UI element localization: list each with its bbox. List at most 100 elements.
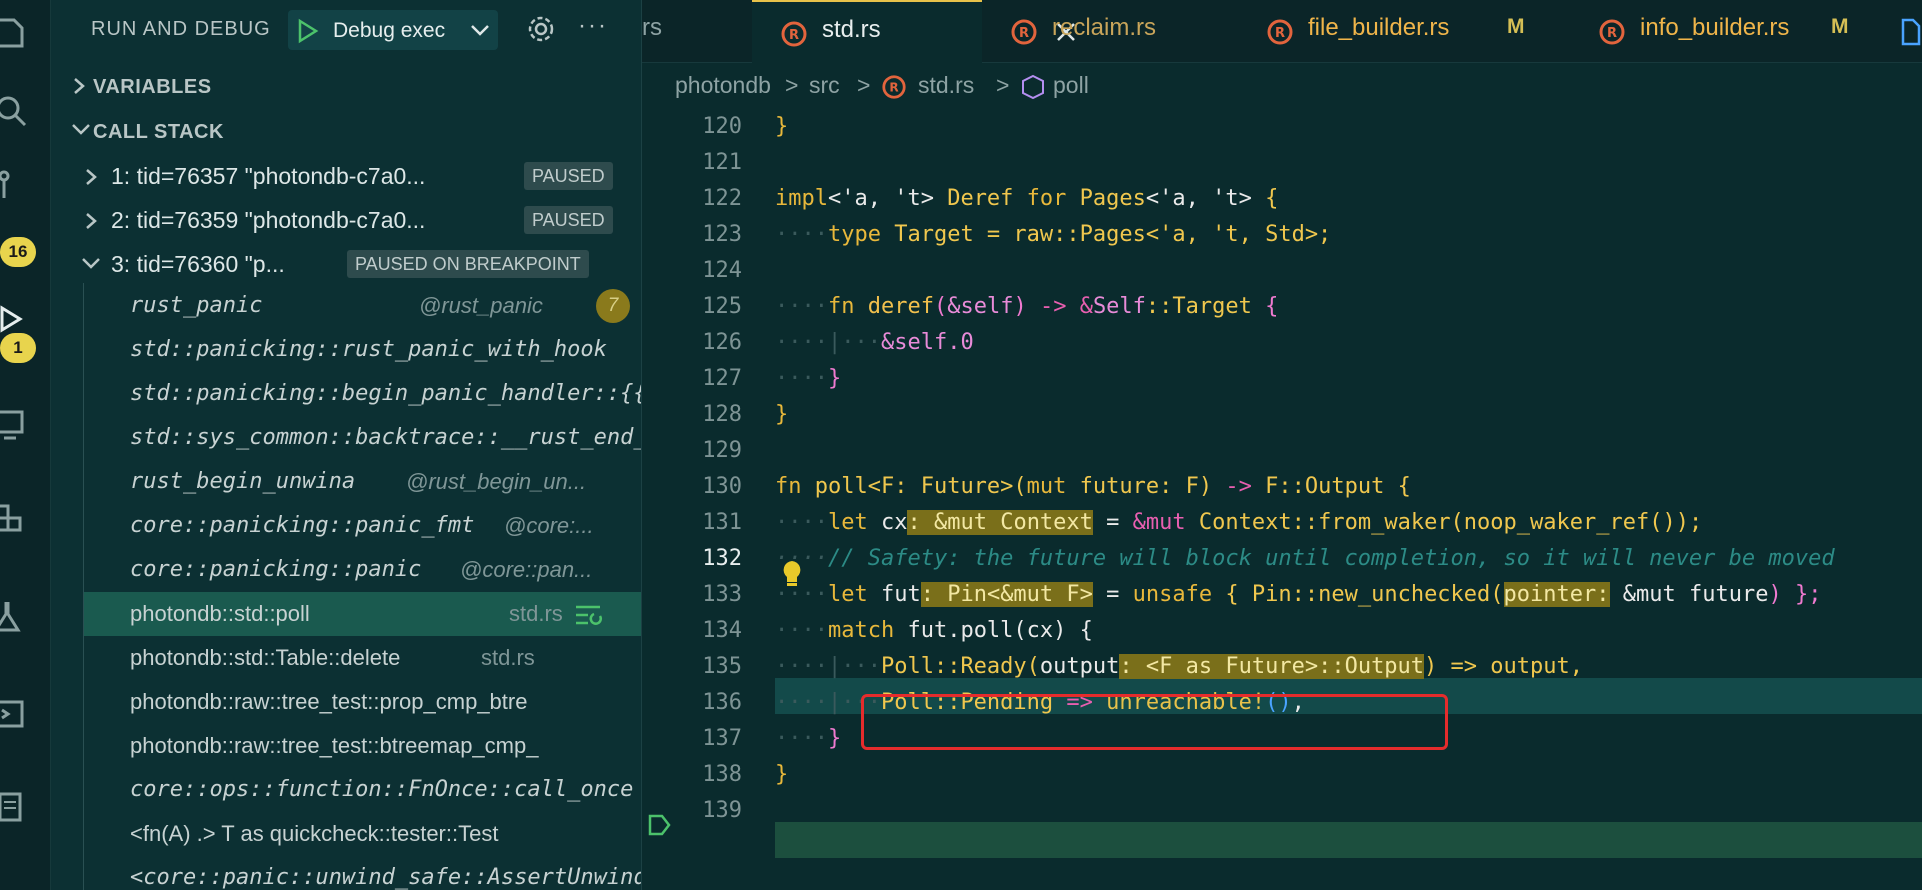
testing-icon[interactable] <box>0 592 50 638</box>
code-line: 123 ····type Target = raw::Pages<'a, 't,… <box>642 216 1922 252</box>
line-number: 135 <box>702 654 742 679</box>
tab-label: reclaim.rs <box>1052 14 1157 41</box>
call-stack-section-header[interactable]: CALL STACK <box>51 109 641 153</box>
method-icon <box>1022 74 1044 100</box>
line-number: 137 <box>702 726 742 751</box>
annotation-highlight-box <box>861 694 1448 750</box>
code-view[interactable]: 120 } 121 122 impl<'a, 't> Deref for Pag… <box>642 108 1922 890</box>
rust-file-icon: R <box>1599 19 1625 45</box>
thread-row[interactable]: 1: tid=76357 "photondb-c7a0... PAUSED <box>51 153 641 197</box>
code-text: ····let fut: Pin<&mut F> = unsafe { Pin:… <box>775 582 1822 607</box>
gear-icon[interactable] <box>526 14 556 44</box>
tab-file-builder-rs[interactable]: R file_builder.rs M <box>1238 0 1550 62</box>
restart-frame-icon[interactable] <box>574 604 604 626</box>
rust-file-icon: R <box>882 75 906 99</box>
debug-config-select[interactable]: Debug exec <box>288 10 498 50</box>
activity-bar: 16 1 <box>0 0 51 890</box>
breadcrumb-separator: > <box>857 72 871 98</box>
variables-section-header[interactable]: VARIABLES <box>51 64 641 108</box>
breadcrumb-item[interactable]: photondb <box>675 72 771 99</box>
stack-frame[interactable]: <fn(A) .> T as quickcheck::tester::Test <box>84 812 641 856</box>
tab-info-builder-rs[interactable]: R info_builder.rs M <box>1570 0 1870 62</box>
breadcrumb-item[interactable]: src <box>809 72 840 99</box>
frame-function: <fn(A) .> T as quickcheck::tester::Test <box>130 821 499 846</box>
stack-frame[interactable]: core::ops::function::FnOnce::call_once <box>84 768 641 812</box>
variables-label: VARIABLES <box>93 76 212 98</box>
stack-frame[interactable]: std::panicking::rust_panic_with_hook <box>84 328 641 372</box>
chevron-down-icon <box>82 258 100 269</box>
code-line: 120 } <box>642 108 1922 144</box>
breadcrumb-separator: > <box>996 72 1010 98</box>
source-control-icon[interactable] <box>0 160 50 206</box>
stack-frame[interactable]: photondb::raw::tree_test::btreemap_cmp_ <box>84 724 641 768</box>
code-text: impl<'a, 't> Deref for Pages<'a, 't> { <box>775 186 1279 211</box>
svg-text:R: R <box>889 81 899 95</box>
tab-label: file_builder.rs <box>1308 14 1450 41</box>
line-number: 132 <box>702 546 742 571</box>
frame-function: photondb::raw::tree_test::prop_cmp_btre <box>130 689 528 714</box>
stack-frame[interactable]: photondb::raw::tree_test::prop_cmp_btre <box>84 680 641 724</box>
frame-function: core::panicking::panic <box>130 557 422 582</box>
explorer-icon[interactable] <box>0 8 50 54</box>
frame-function: photondb::std::poll <box>130 601 310 626</box>
svg-text:R: R <box>1607 26 1617 41</box>
code-line: 121 <box>642 144 1922 180</box>
frame-function: photondb::raw::tree_test::btreemap_cmp_ <box>130 733 539 758</box>
line-number: 121 <box>702 150 742 175</box>
code-text: } <box>775 402 789 427</box>
stack-frame[interactable]: <core::panic::unwind_safe::AssertUnwind <box>84 856 641 890</box>
line-number: 120 <box>702 114 742 139</box>
chevron-down-icon <box>72 124 90 135</box>
breadcrumb-item[interactable]: std.rs <box>918 72 974 99</box>
stack-frame[interactable]: core::panicking::panic @core::pan... <box>84 548 641 592</box>
code-line: 133 ····let fut: Pin<&mut F> = unsafe { … <box>642 576 1922 612</box>
frame-function: std::panicking::rust_panic_with_hook <box>130 337 607 362</box>
chevron-down-icon <box>471 25 489 36</box>
code-text: } <box>775 114 789 139</box>
more-actions-icon[interactable]: ··· <box>578 12 608 40</box>
search-icon[interactable] <box>0 86 50 132</box>
svg-text:R: R <box>789 28 799 43</box>
remote-explorer-icon[interactable] <box>0 400 50 446</box>
frame-function: photondb::std::Table::delete <box>130 645 401 670</box>
svg-text:R: R <box>1019 26 1029 41</box>
extensions-icon[interactable] <box>0 492 50 538</box>
tab-partial[interactable]: rs <box>642 0 752 62</box>
start-debugging-icon[interactable] <box>294 18 320 44</box>
tab-label: rs <box>642 14 662 41</box>
tab-reclaim-rs[interactable]: R reclaim.rs <box>982 0 1214 62</box>
line-number: 127 <box>702 366 742 391</box>
frame-source: std.rs <box>509 601 563 626</box>
code-text: ····let cx: &mut Context = &mut Context:… <box>775 510 1703 535</box>
thread-row[interactable]: 3: tid=76360 "p... PAUSED ON BREAKPOINT <box>51 241 641 285</box>
stack-frame[interactable]: std::panicking::begin_panic_handler::{{ <box>84 372 641 416</box>
stack-frame[interactable]: rust_begin_unwina @rust_begin_un... <box>84 460 641 504</box>
frame-function: std::panicking::begin_panic_handler::{{ <box>130 381 641 406</box>
frame-function: rust_begin_unwina <box>130 469 356 494</box>
code-line: 129 <box>642 432 1922 468</box>
stack-frame[interactable]: core::panicking::panic_fmt @core:... <box>84 504 641 548</box>
docs-icon[interactable] <box>0 784 50 830</box>
code-line: 126 ····|···&self.0 <box>642 324 1922 360</box>
stack-frame[interactable]: rust_panic @rust_panic <box>84 284 641 328</box>
stack-frame[interactable]: photondb::std::Table::delete std.rs <box>84 636 641 680</box>
breadcrumb-item[interactable]: poll <box>1053 72 1089 99</box>
run-debug-badge: 1 <box>0 333 36 363</box>
tab-std-rs[interactable]: R std.rs <box>752 0 1075 64</box>
svg-text:R: R <box>1275 26 1285 41</box>
code-line: 128 } <box>642 396 1922 432</box>
line-number: 123 <box>702 222 742 247</box>
thread-row[interactable]: 2: tid=76359 "photondb-c7a0... PAUSED <box>51 197 641 241</box>
stack-frame[interactable]: std::sys_common::backtrace::__rust_end_ <box>84 416 641 460</box>
terminal-icon[interactable] <box>0 690 50 736</box>
debug-config-label: Debug exec <box>333 19 446 42</box>
modified-indicator: M <box>1507 15 1525 38</box>
code-line: 134 ····match fut.poll(cx) { <box>642 612 1922 648</box>
stack-frame-active[interactable]: photondb::std::poll std.rs <box>84 592 641 636</box>
lightbulb-icon[interactable] <box>778 558 806 588</box>
frame-function: core::panicking::panic_fmt <box>130 513 475 538</box>
thread-label: 2: tid=76359 "photondb-c7a0... <box>111 207 426 233</box>
line-number: 129 <box>702 438 742 463</box>
frame-source: std.rs <box>481 645 535 670</box>
code-line-current: 132 ····// Safety: the future will block… <box>642 540 1922 576</box>
